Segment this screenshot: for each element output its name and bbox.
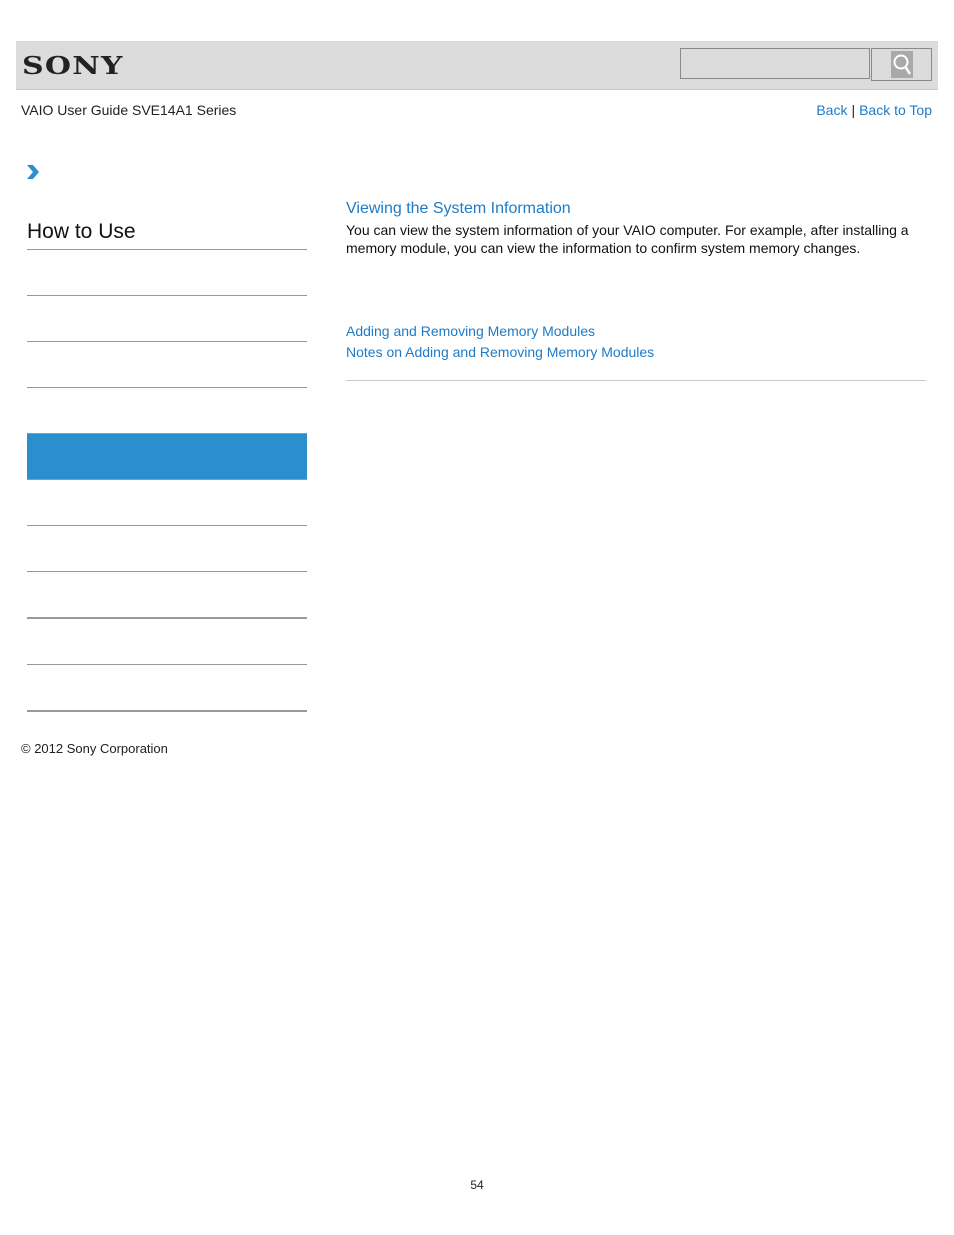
sidebar-item[interactable] (27, 250, 307, 296)
sidebar-item[interactable] (27, 388, 307, 433)
related-links: Adding and Removing Memory Modules Notes… (346, 321, 654, 363)
chevron-right-icon[interactable] (26, 164, 40, 185)
top-links: Back | Back to Top (816, 102, 932, 118)
back-to-top-link[interactable]: Back to Top (859, 102, 932, 118)
copyright: © 2012 Sony Corporation (21, 741, 168, 756)
search-input[interactable] (680, 48, 870, 79)
related-link[interactable]: Adding and Removing Memory Modules (346, 321, 654, 342)
article-title-link[interactable]: Viewing the System Information (346, 200, 926, 218)
magnifier-icon (890, 51, 913, 78)
sidebar-item-active[interactable] (27, 433, 307, 480)
sidebar-item[interactable] (27, 526, 307, 572)
sidebar-title: How to Use (27, 220, 307, 250)
sidebar-item[interactable] (27, 572, 307, 619)
related-link[interactable]: Notes on Adding and Removing Memory Modu… (346, 342, 654, 363)
sidebar-item[interactable] (27, 296, 307, 342)
page-number: 54 (470, 1178, 484, 1192)
sidebar-item[interactable] (27, 619, 307, 665)
search-button[interactable] (871, 48, 932, 81)
main-content: Viewing the System Information You can v… (346, 200, 926, 257)
article-body: You can view the system information of y… (346, 222, 909, 256)
divider (346, 380, 926, 381)
link-separator: | (851, 102, 856, 118)
guide-title: VAIO User Guide SVE14A1 Series (21, 102, 237, 118)
sony-logo: SONY (22, 51, 124, 80)
sidebar-item[interactable] (27, 665, 307, 712)
sidebar: How to Use (27, 220, 307, 712)
sidebar-item[interactable] (27, 342, 307, 388)
header-bar: SONY (16, 41, 938, 90)
back-link[interactable]: Back (816, 102, 847, 118)
sidebar-item[interactable] (27, 480, 307, 526)
